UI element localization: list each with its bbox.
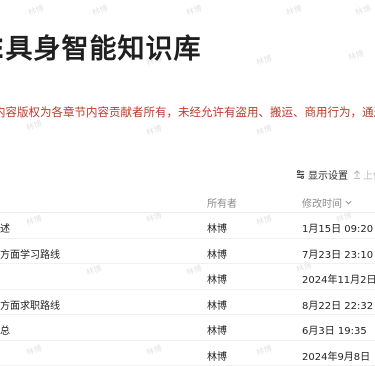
row-owner: 林博	[207, 249, 227, 261]
page-title: E具身智能知识库	[0, 34, 202, 65]
table-body: 述林博 1月15日 09:20 方面学习路线 林博 7月23日 23:10 林博 2024年…	[0, 213, 375, 366]
table-row[interactable]: 方面学习路线 林博 7月23日 23:10	[0, 239, 375, 264]
table-row[interactable]: 林博 2024年11月2日	[0, 264, 375, 290]
row-owner: 林博	[207, 275, 227, 286]
watermark-text: 林博	[347, 48, 365, 63]
row-modified-time: 7月23日 23:10	[302, 249, 374, 261]
watermark-text: 林博	[255, 123, 273, 138]
watermark-text: 林博	[285, 3, 303, 18]
column-header-modified-label: 修改时间	[302, 199, 342, 210]
knowledge-base-page: 林博 林博 林博 林博 林博 林博 林博 林博 林博 林博 林博 林博 林博 林博 林博 林博 林博 林博 林博 林博…	[0, 0, 375, 366]
row-owner: 林博	[207, 351, 227, 363]
row-modified-time: 2024年9月8日	[302, 351, 371, 363]
upload-button[interactable]: 上传	[353, 167, 375, 182]
document-table: 所有者 修改时间 述林博 1月15日 09:20 方面学习路线 林博 7月23日 23:…	[0, 186, 375, 366]
row-document-name: 方面学习路线	[0, 249, 60, 261]
table-header: 所有者 修改时间	[0, 186, 375, 213]
settings-sliders-icon	[296, 170, 305, 179]
watermark-text: 林博	[185, 3, 203, 18]
row-owner: 林博	[207, 224, 227, 235]
table-toolbar: 显示设置 上传	[0, 165, 375, 183]
row-modified-time: 1月15日 09:20	[302, 224, 374, 235]
display-settings-button[interactable]: 显示设置	[296, 167, 348, 182]
copyright-notice: 内容版权为各章节内容贡献者所有，未经允许有盗用、搬运、商用行为，通过大数据和	[0, 105, 375, 119]
row-owner: 林博	[207, 326, 227, 337]
row-modified-time: 8月22日 22:32	[302, 300, 374, 312]
display-settings-label: 显示设置	[308, 171, 348, 182]
table-row[interactable]: 述 林博 1月15日 09:20	[0, 213, 375, 239]
row-document-name: 述	[0, 224, 10, 235]
table-row[interactable]: 方面求职路线 林博 8月22日 22:32	[0, 290, 375, 315]
row-document-name: 方面求职路线	[0, 300, 60, 312]
row-document-name: 总	[0, 326, 10, 337]
column-header-modified[interactable]: 修改时间	[302, 195, 352, 210]
watermark-text: 林博	[27, 3, 45, 18]
watermark-text: 林博	[91, 3, 109, 18]
column-header-owner[interactable]: 所有者	[207, 195, 237, 210]
watermark-text: 林博	[25, 118, 43, 133]
watermark-text: 林博	[255, 53, 273, 68]
row-modified-time: 6月3日 19:35	[302, 326, 367, 337]
row-owner: 林博	[207, 300, 227, 312]
watermark-text: 林博	[354, 3, 372, 18]
table-row[interactable]: 总 林博 6月3日 19:35	[0, 315, 375, 341]
chevron-down-icon	[345, 200, 352, 205]
table-row[interactable]: 林博 2024年9月8日	[0, 341, 375, 366]
row-modified-time: 2024年11月2日	[302, 275, 375, 286]
watermark-text: 林博	[145, 123, 163, 138]
upload-icon	[353, 170, 361, 179]
upload-label: 上传	[363, 171, 375, 182]
